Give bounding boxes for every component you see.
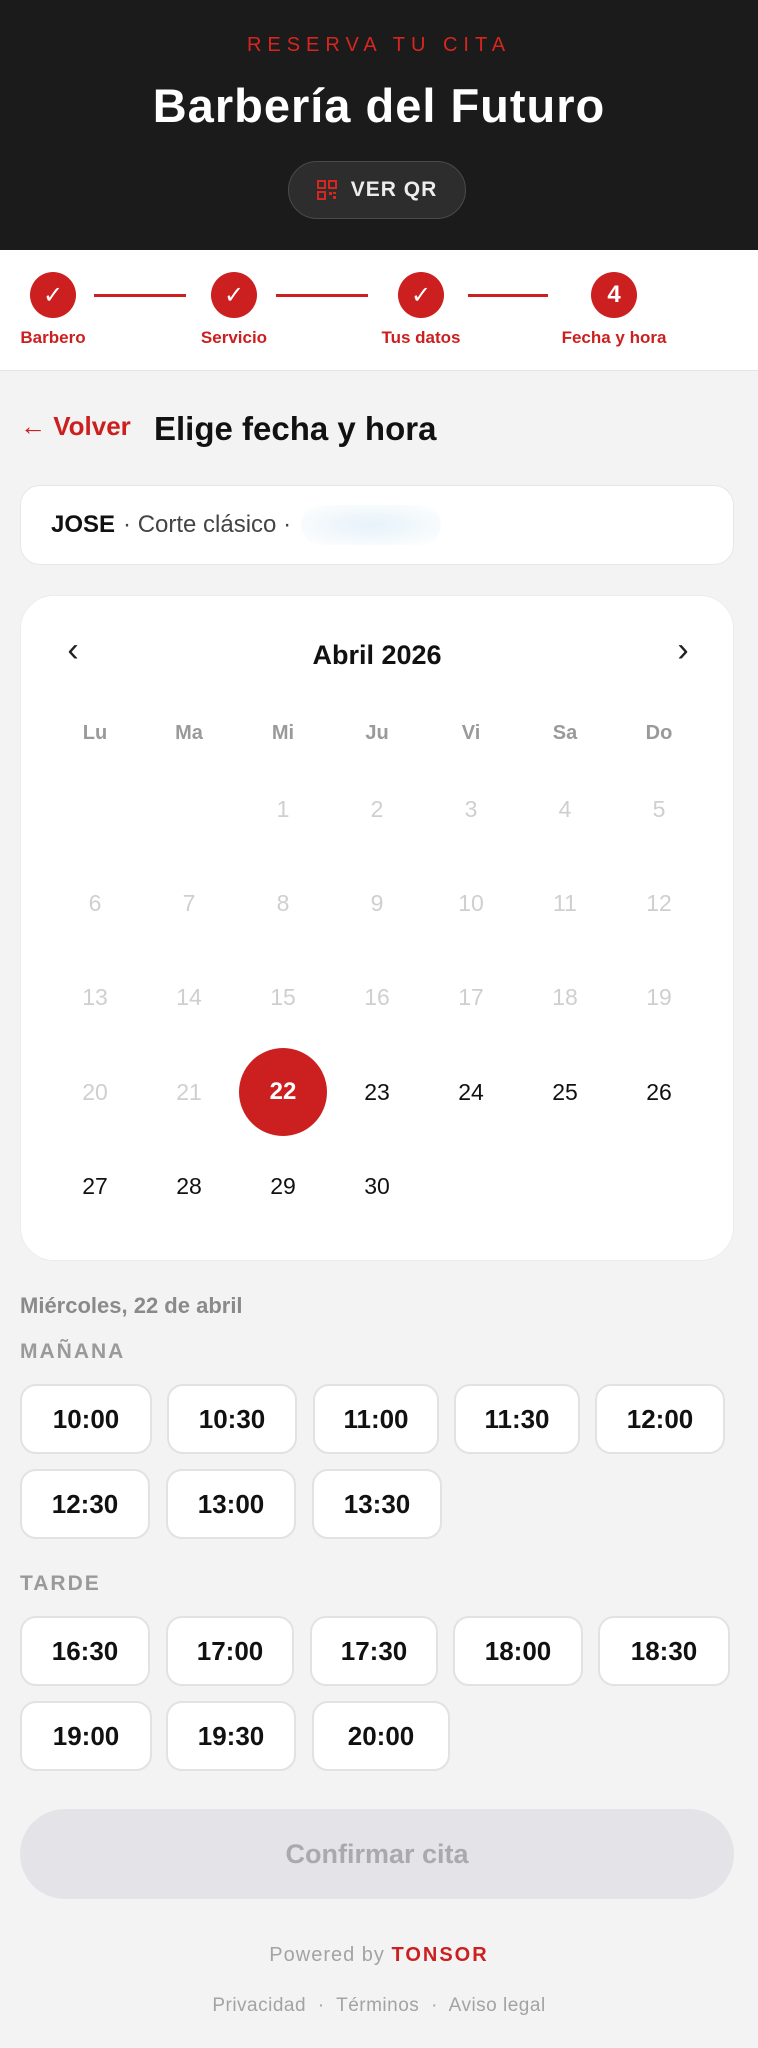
- powered-by: Powered by TONSOR: [0, 1944, 758, 1967]
- calendar-day: 8: [276, 889, 290, 916]
- calendar-day: 11: [553, 889, 577, 916]
- time-slot-button[interactable]: 20:00: [312, 1701, 450, 1771]
- calendar-day: 15: [270, 983, 296, 1010]
- calendar-day: 13: [82, 983, 108, 1010]
- check-icon: ✓: [211, 272, 257, 318]
- time-slot-button[interactable]: 18:00: [453, 1616, 583, 1686]
- calendar-day: 17: [458, 983, 484, 1010]
- step-connector: [468, 294, 548, 297]
- check-icon: ✓: [398, 272, 444, 318]
- time-slot-button[interactable]: 18:30: [598, 1616, 730, 1686]
- calendar-day: 20: [82, 1078, 108, 1105]
- chevron-right-icon[interactable]: ›: [663, 630, 703, 670]
- weekday-label: Lu: [82, 722, 108, 744]
- view-qr-button[interactable]: VER QR: [288, 161, 466, 219]
- calendar-day[interactable]: 24: [427, 1048, 515, 1136]
- time-slot-button[interactable]: 17:30: [310, 1616, 438, 1686]
- legal-link[interactable]: Aviso legal: [449, 1995, 546, 2016]
- booking-stepper: ✓ Barbero ✓ Servicio ✓ Tus datos 4 Fecha…: [0, 250, 758, 371]
- calendar-day[interactable]: 28: [145, 1142, 233, 1230]
- time-slot-button[interactable]: 10:00: [20, 1384, 152, 1454]
- step-barbero[interactable]: ✓ Barbero: [18, 272, 88, 348]
- calendar-day: 21: [176, 1078, 202, 1105]
- redacted-price: [301, 505, 442, 545]
- header: RESERVA TU CITA Barbería del Futuro VER …: [0, 0, 758, 250]
- time-slot-button[interactable]: 16:30: [20, 1616, 150, 1686]
- calendar-day: 18: [552, 983, 578, 1010]
- calendar-month: Abril 2026: [312, 640, 442, 670]
- terms-link[interactable]: Términos: [336, 1995, 419, 2016]
- privacy-link[interactable]: Privacidad: [212, 1995, 306, 2016]
- step-tus-datos[interactable]: ✓ Tus datos: [376, 272, 466, 348]
- calendar-day: 10: [458, 889, 484, 916]
- footer-separator: ·: [317, 1995, 325, 2016]
- step-label: Tus datos: [381, 328, 461, 347]
- view-qr-label: VER QR: [350, 178, 438, 201]
- afternoon-label: TARDE: [20, 1572, 101, 1595]
- qr-code-icon: [316, 180, 337, 200]
- calendar-day: 1: [276, 795, 290, 822]
- calendar-day: 16: [364, 983, 390, 1010]
- calendar-day: 3: [464, 795, 478, 822]
- brand-link[interactable]: TONSOR: [391, 1944, 488, 1966]
- step-fecha-y-hora: 4 Fecha y hora: [558, 272, 670, 348]
- footer-links: Privacidad · Términos · Aviso legal: [0, 1995, 758, 2017]
- selected-date-label: Miércoles, 22 de abril: [20, 1293, 243, 1318]
- header-eyebrow: RESERVA TU CITA: [246, 34, 512, 56]
- calendar-day: 4: [558, 795, 572, 822]
- calendar-day: 12: [646, 889, 672, 916]
- weekday-label: Vi: [461, 722, 481, 744]
- summary-barber: JOSE: [51, 511, 116, 538]
- calendar-day: 2: [370, 795, 384, 822]
- weekday-label: Mi: [271, 722, 295, 744]
- step-connector: [276, 294, 368, 297]
- calendar-day: 19: [646, 983, 672, 1010]
- step-label: Servicio: [200, 328, 268, 347]
- time-slot-button[interactable]: 12:30: [20, 1469, 150, 1539]
- time-slot-button[interactable]: 17:00: [166, 1616, 294, 1686]
- time-slot-button[interactable]: 11:00: [313, 1384, 439, 1454]
- booking-summary: JOSE · Corte clásico ·: [20, 485, 734, 565]
- calendar-day[interactable]: 23: [333, 1048, 421, 1136]
- step-label: Fecha y hora: [561, 328, 667, 347]
- morning-label: MAÑANA: [20, 1340, 126, 1363]
- calendar-day: 14: [176, 983, 202, 1010]
- time-slot-button[interactable]: 10:30: [167, 1384, 297, 1454]
- summary-service: · Corte clásico ·: [123, 511, 292, 538]
- check-icon: ✓: [30, 272, 76, 318]
- calendar: ‹ Abril 2026 › Lu Ma Mi Ju Vi Sa Do 1234567891…: [20, 595, 734, 1261]
- calendar-day-selected[interactable]: 22: [239, 1048, 327, 1136]
- step-connector: [94, 294, 186, 297]
- calendar-day: 6: [88, 889, 102, 916]
- footer-separator: ·: [431, 1995, 438, 2016]
- step-label: Barbero: [20, 328, 86, 347]
- step-number: 4: [591, 272, 637, 318]
- weekday-label: Sa: [552, 722, 578, 744]
- page-title: Elige fecha y hora: [154, 410, 437, 447]
- calendar-day[interactable]: 27: [51, 1142, 139, 1230]
- time-slot-button[interactable]: 13:30: [312, 1469, 442, 1539]
- calendar-day: 9: [370, 889, 384, 916]
- calendar-day[interactable]: 30: [333, 1142, 421, 1230]
- step-servicio[interactable]: ✓ Servicio: [194, 272, 274, 348]
- back-link[interactable]: ← Volver: [20, 411, 131, 442]
- shop-title: Barbería del Futuro: [152, 79, 606, 132]
- powered-prefix: Powered by: [269, 1944, 385, 1966]
- calendar-day[interactable]: 25: [521, 1048, 609, 1136]
- calendar-day[interactable]: 29: [239, 1142, 327, 1230]
- time-slot-button[interactable]: 19:30: [166, 1701, 296, 1771]
- calendar-day[interactable]: 26: [615, 1048, 703, 1136]
- weekday-label: Do: [645, 722, 673, 744]
- time-slot-button[interactable]: 13:00: [166, 1469, 296, 1539]
- calendar-day: 7: [182, 889, 196, 916]
- weekday-label: Ma: [175, 722, 203, 744]
- time-slot-button[interactable]: 19:00: [20, 1701, 152, 1771]
- confirm-button[interactable]: Confirmar cita: [20, 1809, 734, 1899]
- time-slot-button[interactable]: 12:00: [595, 1384, 725, 1454]
- calendar-day: 5: [652, 795, 666, 822]
- time-slot-button[interactable]: 11:30: [454, 1384, 580, 1454]
- weekday-label: Ju: [365, 722, 389, 744]
